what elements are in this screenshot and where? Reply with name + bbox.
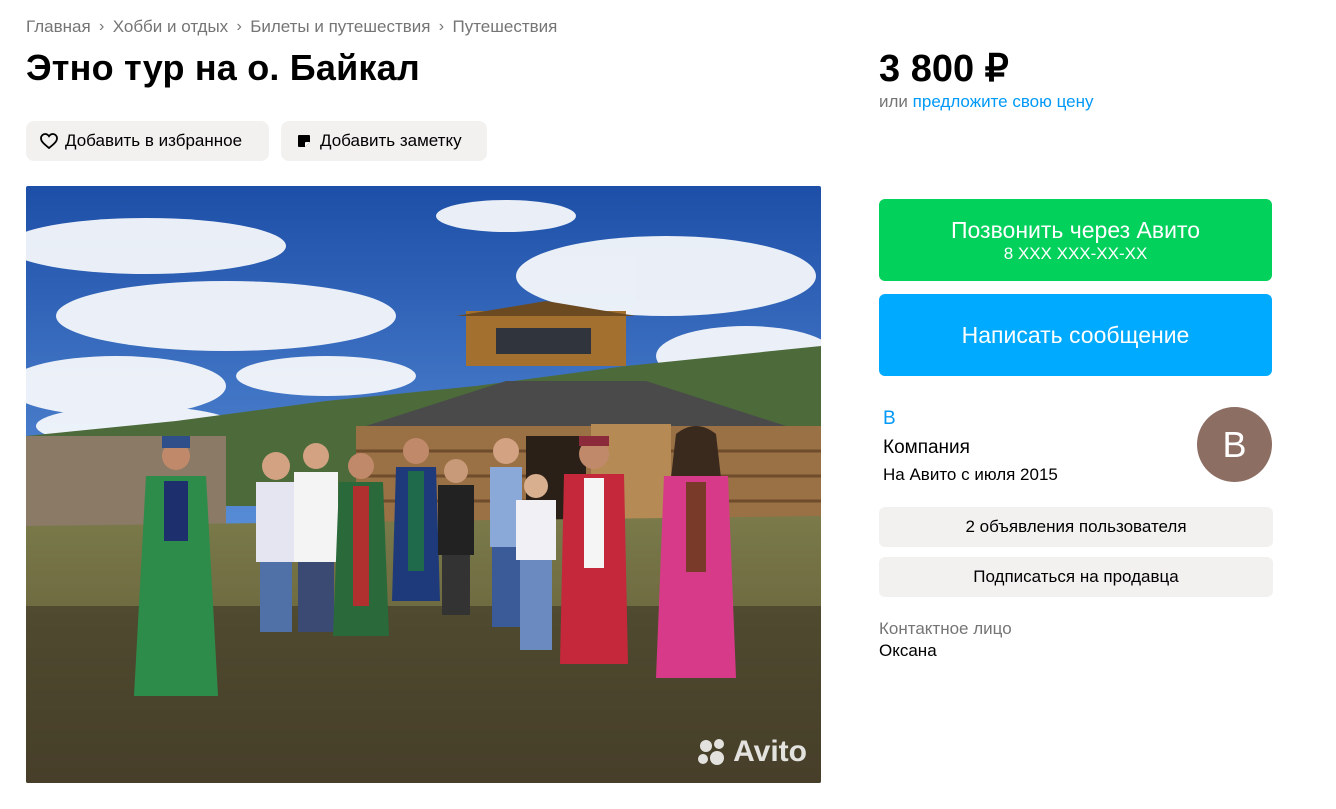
- breadcrumb-travel[interactable]: Путешествия: [452, 17, 557, 37]
- listing-actions: Добавить в избранное Добавить заметку: [26, 121, 487, 161]
- price-offer-prefix: или: [879, 92, 908, 111]
- price-offer: или предложите свою цену: [879, 92, 1094, 112]
- avito-paw-icon: [697, 738, 729, 766]
- call-button-phone: 8 XXX XXX-XX-XX: [1003, 243, 1148, 263]
- seller-ads-button[interactable]: 2 объявления пользователя: [879, 507, 1273, 547]
- subscribe-seller-button[interactable]: Подписаться на продавца: [879, 557, 1273, 597]
- chevron-right-icon: ›: [438, 18, 445, 35]
- heart-icon: [40, 132, 58, 150]
- avatar[interactable]: B: [1197, 407, 1272, 482]
- contact-person-label: Контактное лицо: [879, 619, 1012, 638]
- breadcrumb-tickets[interactable]: Билеты и путешествия: [250, 17, 430, 37]
- watermark: Avito: [697, 735, 807, 769]
- breadcrumb: Главная › Хобби и отдых › Билеты и путеш…: [26, 17, 557, 37]
- seller-type: Компания: [883, 437, 970, 458]
- watermark-text: Avito: [733, 735, 807, 768]
- breadcrumb-hobby[interactable]: Хобби и отдых: [113, 17, 228, 37]
- chevron-right-icon: ›: [99, 18, 105, 35]
- seller-name-link[interactable]: В: [883, 408, 896, 430]
- message-button[interactable]: Написать сообщение: [879, 294, 1272, 376]
- contact-person-name: Оксана: [879, 641, 937, 660]
- price: 3 800 ₽: [879, 48, 1009, 90]
- call-button[interactable]: Позвонить через Авито 8 XXX XXX-XX-XX: [879, 199, 1272, 281]
- add-favorite-button[interactable]: Добавить в избранное: [26, 121, 269, 161]
- seller-since: На Авито с июля 2015: [883, 465, 1058, 484]
- page-title: Этно тур на о. Байкал: [26, 47, 420, 88]
- breadcrumb-home[interactable]: Главная: [26, 17, 91, 37]
- offer-price-link[interactable]: предложите свою цену: [913, 92, 1094, 111]
- note-icon: [295, 132, 313, 150]
- listing-photo[interactable]: Avito: [26, 186, 821, 783]
- chevron-right-icon: ›: [236, 18, 242, 35]
- call-button-label: Позвонить через Авито: [950, 216, 1201, 243]
- add-note-button[interactable]: Добавить заметку: [281, 121, 487, 161]
- add-favorite-label: Добавить в избранное: [65, 131, 243, 150]
- add-note-label: Добавить заметку: [320, 131, 462, 150]
